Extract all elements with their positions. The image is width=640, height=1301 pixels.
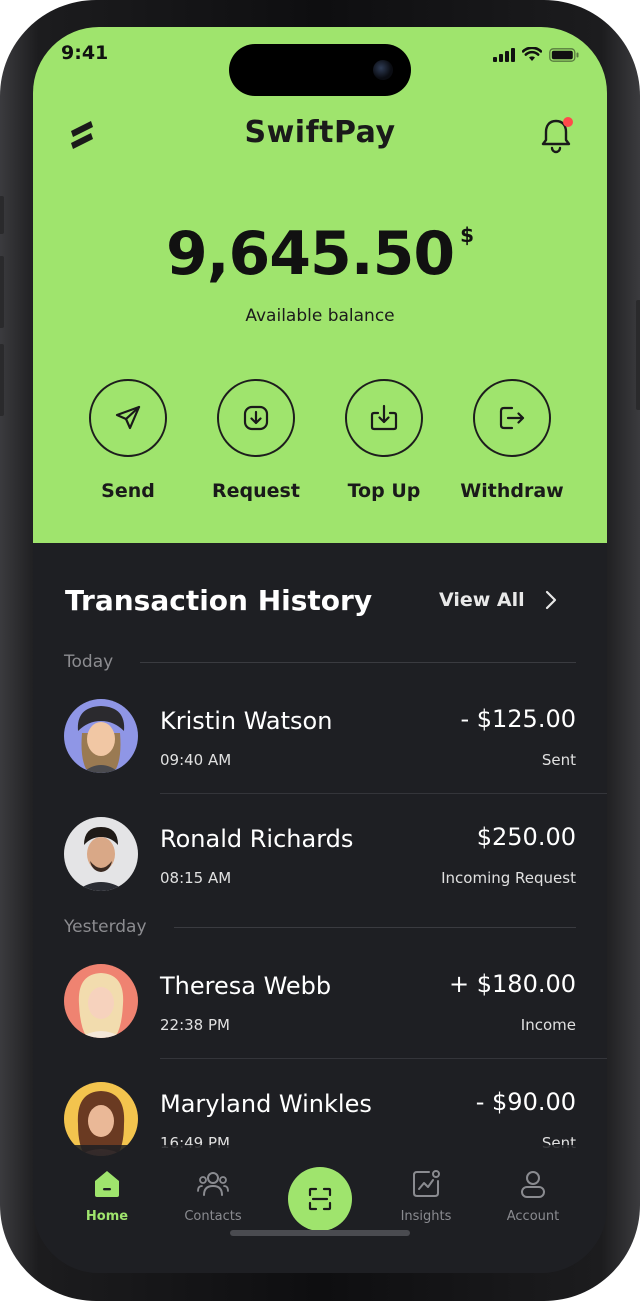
bell-icon[interactable]	[539, 115, 575, 155]
transaction-status: Income	[520, 1016, 576, 1034]
home-icon[interactable]	[93, 1169, 121, 1199]
dynamic-island	[229, 44, 411, 96]
camera-icon	[373, 60, 393, 80]
transaction-time: 09:40 AM	[160, 751, 232, 769]
transaction-time: 22:38 PM	[160, 1016, 230, 1034]
tab-account-label[interactable]: Account	[483, 1209, 583, 1224]
mute-switch	[0, 196, 4, 234]
tab-insights-label[interactable]: Insights	[376, 1209, 476, 1224]
wifi-icon	[522, 47, 542, 61]
volume-up-button	[0, 256, 4, 328]
tab-insights[interactable]: Insights	[376, 1169, 476, 1224]
transaction-time: 08:15 AM	[160, 869, 232, 887]
withdraw-label: Withdraw	[460, 480, 564, 502]
top-up-icon	[370, 404, 398, 431]
day-divider	[140, 662, 576, 663]
request-button[interactable]: Request	[194, 379, 318, 502]
transaction-status: Sent	[541, 751, 576, 769]
transaction-name: Theresa Webb	[160, 972, 332, 1000]
view-all-link[interactable]: View All	[439, 589, 557, 611]
row-divider	[160, 1058, 607, 1059]
bottom-tab-bar: Home Contacts Insights Account	[33, 1145, 607, 1273]
withdraw-icon	[499, 406, 525, 430]
withdraw-button[interactable]: Withdraw	[450, 379, 574, 502]
transaction-name: Ronald Richards	[160, 825, 354, 853]
day-label-yesterday: Yesterday	[64, 917, 147, 937]
send-button[interactable]: Send	[66, 379, 190, 502]
transaction-row[interactable]: Theresa Webb 22:38 PM + $180.00 Income	[33, 964, 607, 1082]
transaction-name: Maryland Winkles	[160, 1090, 372, 1118]
notification-dot	[563, 117, 573, 127]
tab-home-label[interactable]: Home	[57, 1209, 157, 1224]
transaction-amount: + $180.00	[449, 970, 576, 998]
battery-icon	[549, 47, 579, 62]
transaction-amount: - $90.00	[475, 1088, 576, 1116]
scan-icon[interactable]	[308, 1187, 332, 1211]
scan-button[interactable]	[288, 1167, 352, 1231]
avatar	[64, 699, 138, 773]
transaction-history-title: Transaction History	[65, 584, 373, 617]
power-button	[636, 300, 640, 410]
send-icon	[115, 405, 141, 430]
transaction-status: Incoming Request	[441, 869, 576, 887]
request-icon	[243, 405, 269, 431]
transaction-amount: - $125.00	[460, 705, 576, 733]
status-time: 9:41	[61, 42, 109, 64]
top-up-button[interactable]: Top Up	[322, 379, 446, 502]
tab-contacts-label[interactable]: Contacts	[163, 1209, 263, 1224]
tab-account[interactable]: Account	[483, 1169, 583, 1224]
row-divider	[160, 793, 607, 794]
day-label-today: Today	[64, 652, 114, 672]
tab-contacts[interactable]: Contacts	[163, 1169, 263, 1224]
top-up-label: Top Up	[347, 480, 421, 502]
balance-currency: $	[460, 223, 474, 247]
balance-panel: 9:41 SwiftPay 9,645.50 $ Available balanc…	[33, 27, 607, 543]
volume-down-button	[0, 344, 4, 416]
app-title: SwiftPay	[244, 115, 396, 150]
transaction-row[interactable]: Kristin Watson 09:40 AM - $125.00 Sent	[33, 699, 607, 817]
transaction-name: Kristin Watson	[160, 707, 333, 735]
app-screen: 9:41 SwiftPay 9,645.50 $ Available balanc…	[33, 27, 607, 1273]
phone-frame: 9:41 SwiftPay 9,645.50 $ Available balanc…	[0, 0, 640, 1301]
avatar	[64, 817, 138, 891]
tab-home[interactable]: Home	[57, 1169, 157, 1224]
status-icons	[493, 47, 579, 62]
day-divider	[174, 927, 576, 928]
avatar	[64, 964, 138, 1038]
account-icon[interactable]	[519, 1169, 547, 1199]
transaction-amount: $250.00	[476, 823, 576, 851]
chevron-right-icon[interactable]	[545, 590, 557, 610]
home-indicator	[230, 1230, 410, 1236]
balance-amount: 9,645.50	[166, 219, 455, 289]
send-label: Send	[101, 480, 155, 502]
signal-icon	[493, 47, 515, 62]
balance-display: 9,645.50 $	[33, 219, 607, 289]
balance-label: Available balance	[245, 306, 395, 326]
insights-icon[interactable]	[411, 1169, 441, 1199]
view-all-label[interactable]: View All	[439, 589, 525, 611]
contacts-icon[interactable]	[197, 1169, 229, 1199]
request-label: Request	[212, 480, 300, 502]
